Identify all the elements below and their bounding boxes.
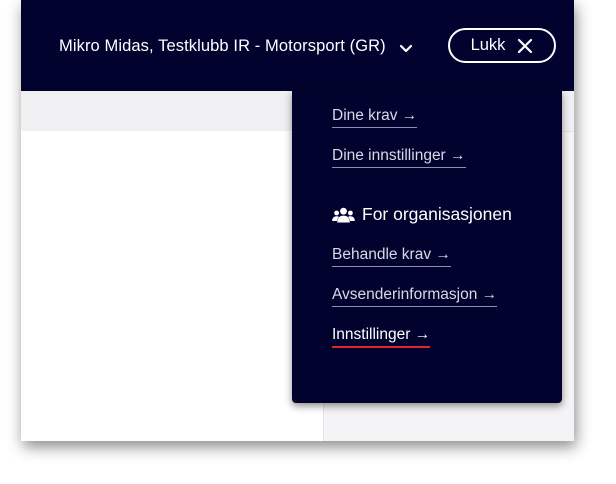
menu-link-avsenderinformasjon[interactable]: Avsenderinformasjon → (332, 286, 498, 307)
content-panel (21, 131, 324, 441)
user-menu-dropdown: Dine krav → Dine innstillinger → For org… (292, 91, 562, 403)
menu-link-innstillinger[interactable]: Innstillinger → (332, 326, 431, 348)
people-icon (332, 207, 355, 223)
close-menu-button[interactable]: Lukk (448, 28, 556, 63)
org-section-title: For organisasjonen (362, 204, 512, 224)
close-button-label: Lukk (470, 36, 506, 54)
organization-name: Mikro Midas, Testklubb IR - Motorsport (… (59, 36, 386, 55)
chevron-down-icon (399, 41, 413, 53)
menu-link-dine-krav[interactable]: Dine krav → (332, 107, 418, 128)
app-window: Mikro Midas, Testklubb IR - Motorsport (… (21, 0, 574, 441)
org-section-heading: For organisasjonen (332, 204, 512, 225)
top-navigation-bar: Mikro Midas, Testklubb IR - Motorsport (… (21, 0, 574, 91)
menu-link-dine-innstillinger[interactable]: Dine innstillinger → (332, 147, 466, 168)
close-icon (517, 38, 533, 54)
organization-selector[interactable]: Mikro Midas, Testklubb IR - Motorsport (… (59, 33, 413, 59)
menu-link-behandle-krav[interactable]: Behandle krav → (332, 246, 451, 267)
